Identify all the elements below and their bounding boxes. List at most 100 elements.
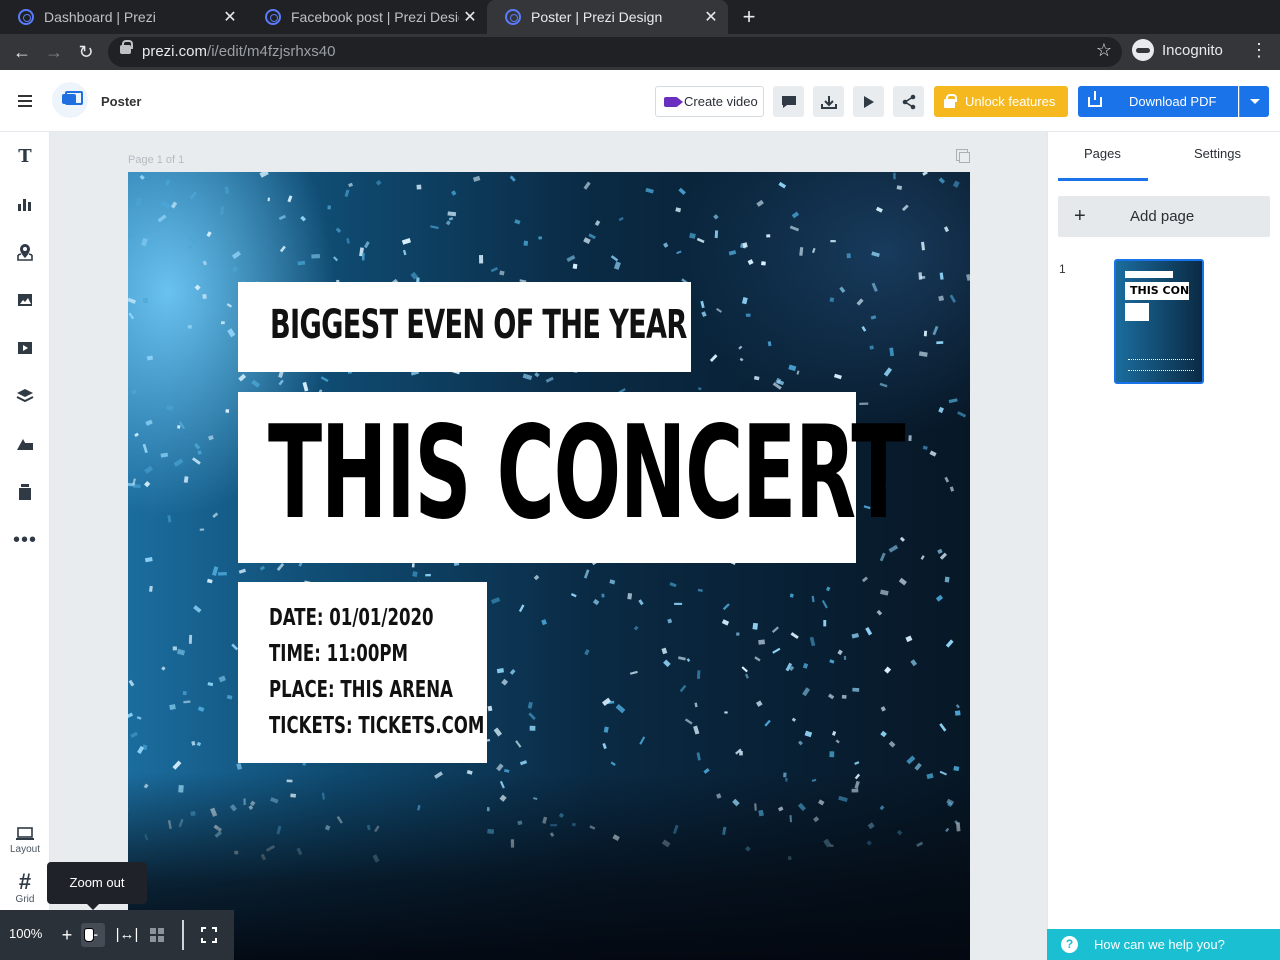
right-panel: Pages Settings + Add page 1 THIS CONCERT [1047, 132, 1280, 960]
export-button[interactable] [813, 86, 844, 117]
browser-tab-facebook-post[interactable]: Facebook post | Prezi Design ✕ [247, 0, 487, 34]
browser-menu-icon[interactable]: ⋮ [1250, 40, 1268, 61]
shapes-icon[interactable] [13, 432, 37, 456]
create-video-label: Create video [684, 94, 758, 109]
help-label: How can we help you? [1094, 937, 1225, 952]
image-icon[interactable] [13, 288, 37, 312]
incognito-label: Incognito [1162, 41, 1223, 59]
download-tray-icon [820, 95, 837, 109]
browser-tab-strip: Dashboard | Prezi ✕ Facebook post | Prez… [0, 0, 1280, 34]
grid-label: Grid [15, 894, 35, 905]
prezi-favicon-icon [265, 9, 281, 25]
browser-tab-poster[interactable]: Poster | Prezi Design ✕ [487, 0, 728, 34]
plus-icon: + [1074, 205, 1086, 227]
poster-detail-time: TIME: 11:00PM [269, 641, 408, 667]
text-icon[interactable]: T [13, 144, 37, 168]
thumbnail-footer [1128, 359, 1194, 371]
address-bar[interactable]: prezi.com/i/edit/m4fzjsrhxs40 ☆ [108, 37, 1122, 67]
browser-toolbar: ← → ↻ prezi.com/i/edit/m4fzjsrhxs40 ☆ In… [0, 34, 1280, 70]
close-tab-icon[interactable]: ✕ [700, 7, 722, 27]
prezi-favicon-icon [505, 9, 521, 25]
poster-detail-tickets: TICKETS: TICKETS.COM [269, 713, 485, 739]
browser-tab-dashboard[interactable]: Dashboard | Prezi ✕ [0, 0, 247, 34]
add-page-label: Add page [1130, 208, 1195, 225]
share-button[interactable] [893, 86, 924, 117]
forward-arrow-icon[interactable]: → [42, 40, 66, 64]
share-icon [902, 94, 915, 109]
duplicate-page-icon[interactable] [956, 149, 970, 163]
tab-pages[interactable]: Pages [1084, 146, 1121, 161]
page-label: Page 1 of 1 [128, 154, 185, 166]
download-pdf-label: Download PDF [1129, 94, 1217, 109]
more-icon[interactable]: ••• [13, 528, 37, 552]
zoom-in-icon[interactable]: + [55, 923, 79, 947]
back-arrow-icon[interactable]: ← [10, 40, 34, 64]
padlock-icon [944, 94, 957, 108]
reload-icon[interactable]: ↻ [74, 40, 98, 64]
incognito-indicator[interactable]: Incognito [1132, 39, 1223, 61]
bookmark-star-icon[interactable]: ☆ [1096, 40, 1112, 61]
url-text: prezi.com/i/edit/m4fzjsrhxs40 [142, 43, 336, 60]
title-text-box[interactable]: THIS CONCERT [238, 392, 905, 563]
prezi-favicon-icon [18, 9, 34, 25]
fullscreen-icon[interactable] [197, 923, 221, 947]
present-button[interactable] [853, 86, 884, 117]
zoom-controls: 100% + − |↔| [0, 910, 234, 960]
page-thumbnail[interactable]: THIS CONCERT [1114, 259, 1204, 384]
chart-icon[interactable] [13, 192, 37, 216]
layout-label: Layout [9, 844, 41, 855]
grid-icon[interactable]: # [13, 869, 37, 894]
create-video-button[interactable]: Create video [655, 86, 764, 117]
prezi-design-logo[interactable] [52, 82, 88, 118]
video-camera-icon [664, 96, 683, 107]
play-icon [863, 95, 874, 108]
grid-view-icon[interactable] [145, 923, 169, 947]
tab-title: Dashboard | Prezi [44, 9, 156, 25]
left-toolbar: T ••• Layout # Grid [0, 132, 50, 910]
fit-width-icon[interactable]: |↔| [115, 923, 139, 947]
details-text-box[interactable]: DATE: 01/01/2020 TIME: 11:00PM PLACE: TH… [238, 582, 487, 763]
crowd-silhouette-image [128, 772, 970, 960]
close-tab-icon[interactable]: ✕ [459, 7, 481, 27]
download-options-dropdown[interactable] [1239, 86, 1269, 117]
poster-title: THIS CONCERT [268, 399, 905, 548]
zoom-out-tooltip: Zoom out [47, 862, 147, 910]
comments-button[interactable] [773, 86, 804, 117]
close-tab-icon[interactable]: ✕ [219, 7, 241, 27]
tab-title: Poster | Prezi Design [531, 9, 663, 25]
video-icon[interactable] [13, 336, 37, 360]
new-tab-icon[interactable]: + [737, 4, 761, 30]
thumbnail-subtitle-box [1125, 271, 1173, 278]
layout-icon[interactable] [13, 822, 37, 846]
zoom-level[interactable]: 100% [9, 926, 42, 941]
hamburger-menu-icon[interactable] [18, 95, 32, 107]
unlock-features-button[interactable]: Unlock features [934, 86, 1068, 117]
poster-detail-date: DATE: 01/01/2020 [269, 605, 434, 631]
zoom-divider [182, 920, 184, 950]
comment-icon [781, 95, 796, 108]
tab-settings[interactable]: Settings [1194, 146, 1241, 161]
poster-detail-place: PLACE: THIS ARENA [269, 677, 453, 703]
poster-subtitle: BIGGEST EVEN OF THE YEAR [270, 302, 687, 348]
add-page-button[interactable]: + Add page [1058, 196, 1270, 237]
content-blocks-icon[interactable] [13, 480, 37, 504]
download-pdf-button[interactable]: Download PDF [1078, 86, 1238, 117]
poster-page[interactable]: BIGGEST EVEN OF THE YEAR THIS CONCERT DA… [128, 172, 970, 960]
thumbnail-details-box [1125, 303, 1149, 321]
unlock-features-label: Unlock features [965, 94, 1056, 109]
editor-canvas[interactable]: Page 1 of 1 BIGGEST EVEN OF THE YEAR THI… [50, 132, 1047, 960]
subtitle-text-box[interactable]: BIGGEST EVEN OF THE YEAR [238, 282, 691, 372]
document-title[interactable]: Poster [101, 94, 141, 109]
tab-title: Facebook post | Prezi Design [291, 9, 459, 25]
download-icon [1088, 90, 1102, 107]
mouse-cursor [84, 928, 94, 942]
map-icon[interactable] [13, 240, 37, 264]
app-header: Poster Create video Unlock features Down… [0, 70, 1280, 132]
active-tab-indicator [1058, 178, 1148, 181]
question-icon: ? [1061, 936, 1078, 953]
page-number: 1 [1059, 262, 1066, 276]
incognito-icon [1132, 39, 1154, 61]
lock-icon [120, 40, 133, 54]
layers-icon[interactable] [13, 384, 37, 408]
help-chat-button[interactable]: ? How can we help you? [1047, 929, 1280, 960]
